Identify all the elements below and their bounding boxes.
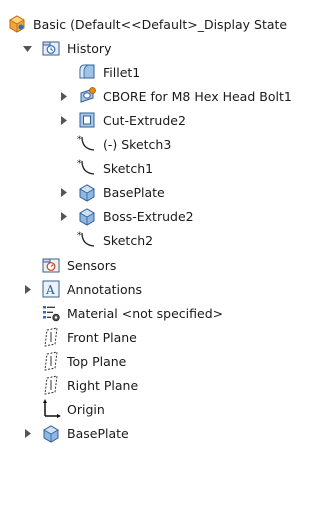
tree-item-label: Boss-Extrude2 [103, 208, 194, 224]
extrude-icon [76, 205, 98, 227]
tree-item-cut-extrude2[interactable]: Cut-Extrude2 [76, 108, 186, 132]
tree-item-boss-extrude2[interactable]: Boss-Extrude2 [76, 204, 194, 228]
extrude-icon [76, 181, 98, 203]
sensors-icon [40, 254, 62, 276]
material-icon [40, 302, 62, 324]
expand-toggle-icon[interactable] [58, 84, 68, 108]
tree-item-cbore[interactable]: CBORE for M8 Hex Head Bolt1 [76, 84, 292, 108]
plane-icon [40, 326, 62, 348]
tree-item-label: Sensors [67, 257, 117, 273]
tree-item-history[interactable]: History [40, 36, 111, 60]
sketch-icon: * [76, 229, 98, 251]
expand-toggle-icon[interactable] [58, 108, 68, 132]
tree-item-sketch3[interactable]: * (-) Sketch3 [76, 132, 171, 156]
tree-item-label: Top Plane [67, 353, 127, 369]
part-icon [6, 13, 28, 35]
sketch-icon: * [76, 157, 98, 179]
tree-item-label: Basic (Default<<Default>_Display State [33, 16, 288, 32]
tree-item-baseplate[interactable]: BasePlate [76, 180, 165, 204]
tree-item-label: BasePlate [103, 184, 165, 200]
tree-item-root[interactable]: Basic (Default<<Default>_Display State [6, 12, 287, 36]
tree-item-label: Origin [67, 401, 105, 417]
tree-item-annotations[interactable]: A Annotations [40, 277, 142, 301]
expand-toggle-icon[interactable] [58, 204, 68, 228]
svg-text:*: * [77, 231, 82, 241]
sketch-icon: * [76, 133, 98, 155]
tree-item-material[interactable]: Material <not specified> [40, 301, 223, 325]
plane-icon [40, 374, 62, 396]
annotations-icon: A [40, 278, 62, 300]
tree-item-label: Material <not specified> [67, 305, 224, 321]
tree-item-front-plane[interactable]: Front Plane [40, 325, 137, 349]
expand-toggle-icon[interactable] [22, 277, 32, 301]
tree-item-baseplate-body[interactable]: BasePlate [40, 421, 129, 445]
expand-toggle-icon[interactable] [58, 180, 68, 204]
collapse-toggle-icon[interactable] [22, 36, 32, 60]
extrude-icon [40, 422, 62, 444]
svg-text:*: * [77, 159, 82, 169]
tree-item-label: BasePlate [67, 425, 129, 441]
tree-item-label: History [67, 40, 112, 56]
tree-item-label: Right Plane [67, 377, 139, 393]
tree-item-top-plane[interactable]: Top Plane [40, 349, 126, 373]
fillet-icon [76, 61, 98, 83]
tree-item-label: Sketch2 [103, 232, 154, 248]
tree-item-fillet1[interactable]: Fillet1 [76, 60, 140, 84]
tree-item-origin[interactable]: Origin [40, 397, 105, 421]
tree-item-label: Sketch1 [103, 160, 154, 176]
tree-item-sketch2[interactable]: * Sketch2 [76, 228, 153, 252]
cut-extrude-icon [76, 109, 98, 131]
hole-wizard-icon [76, 85, 98, 107]
tree-item-label: Annotations [67, 281, 143, 297]
tree-item-label: CBORE for M8 Hex Head Bolt1 [103, 88, 292, 104]
tree-item-label: Cut-Extrude2 [103, 112, 186, 128]
plane-icon [40, 350, 62, 372]
tree-item-label: (-) Sketch3 [103, 136, 172, 152]
tree-item-right-plane[interactable]: Right Plane [40, 373, 138, 397]
expand-toggle-icon[interactable] [22, 421, 32, 445]
origin-icon [40, 398, 62, 420]
svg-text:*: * [77, 135, 82, 145]
tree-item-label: Front Plane [67, 329, 137, 345]
tree-item-sketch1[interactable]: * Sketch1 [76, 156, 153, 180]
history-folder-icon [40, 37, 62, 59]
tree-item-label: Fillet1 [103, 64, 141, 80]
tree-item-sensors[interactable]: Sensors [40, 253, 116, 277]
svg-text:A: A [45, 283, 55, 297]
